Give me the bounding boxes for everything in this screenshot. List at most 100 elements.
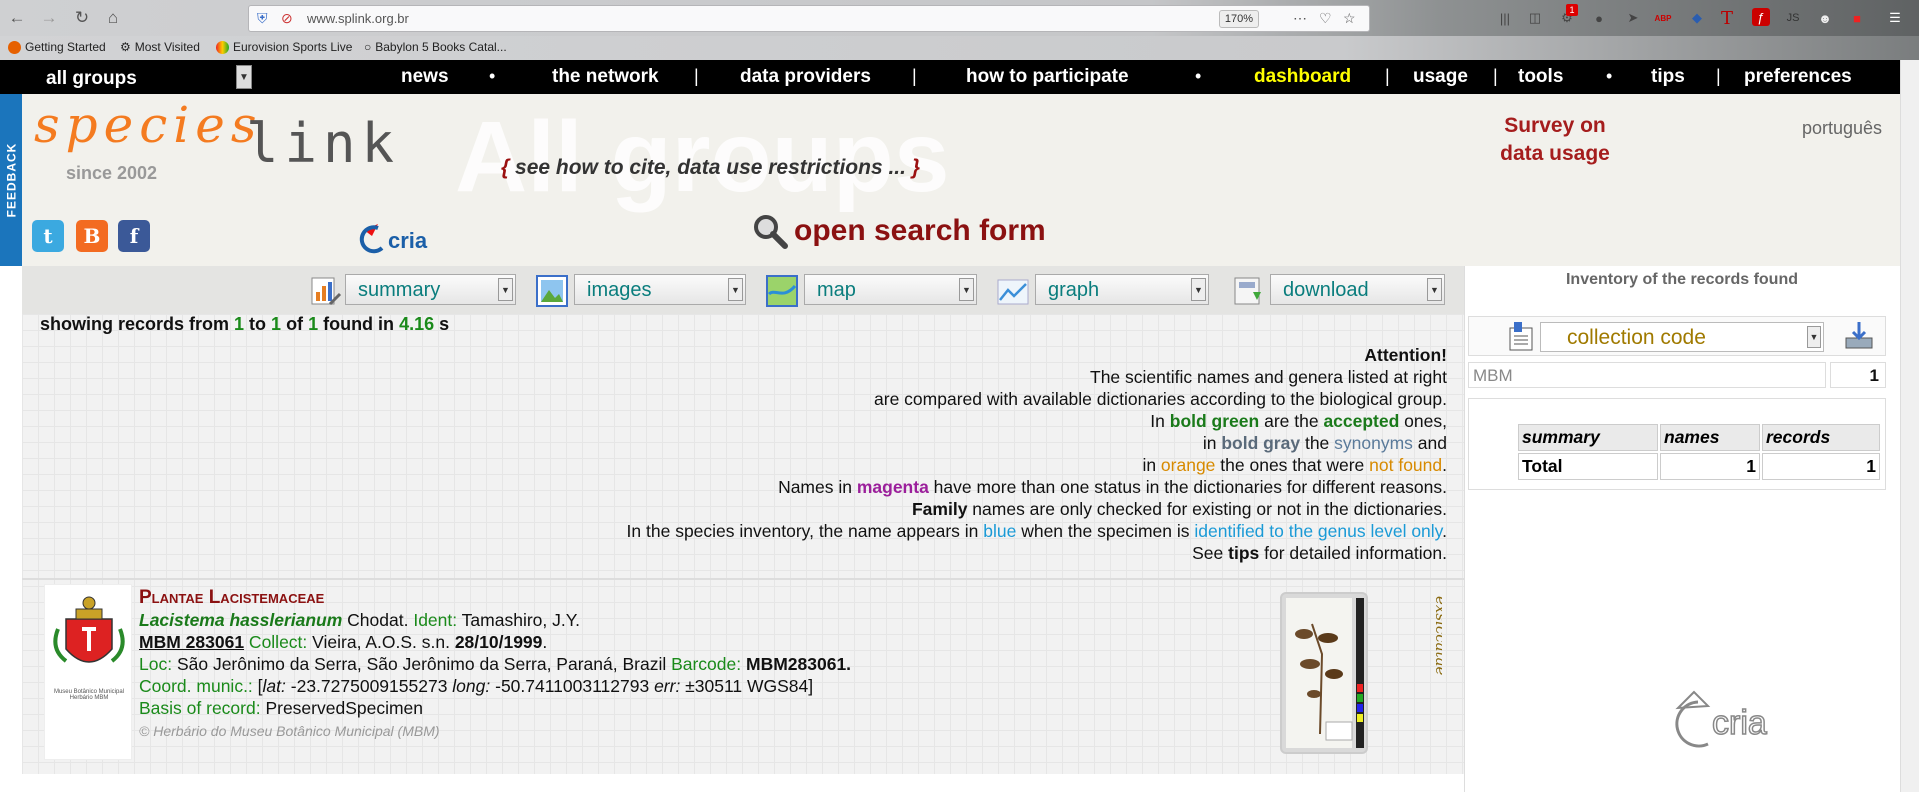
reload-button-icon[interactable]: ↻ [71, 7, 93, 29]
total-names: 1 [1660, 453, 1760, 480]
nav-news[interactable]: news [401, 66, 449, 88]
download-icon[interactable] [1231, 274, 1265, 308]
language-link[interactable]: português [1802, 118, 1882, 139]
images-icon[interactable] [535, 274, 569, 308]
adblock-icon[interactable]: ABP [1652, 8, 1674, 28]
shield-extension-icon[interactable]: ◆ [1686, 8, 1708, 28]
nav-dashboard[interactable]: dashboard [1254, 66, 1351, 88]
open-search-form-link[interactable]: open search form [752, 213, 1046, 249]
chevron-down-icon[interactable]: ▼ [959, 278, 974, 301]
survey-link[interactable]: Survey on data usage [1490, 112, 1620, 168]
cria-footer-arc [1675, 700, 1709, 748]
insecure-lock-icon[interactable]: ⊘ [281, 10, 293, 27]
facebook-icon[interactable]: f [118, 220, 150, 252]
record-family[interactable]: Plantae Lacistemaceae [139, 587, 324, 608]
nav-tips[interactable]: tips [1651, 66, 1685, 88]
nav-how-to-participate[interactable]: how to participate [966, 66, 1129, 88]
chevron-down-icon[interactable]: ▼ [1191, 278, 1206, 301]
specimen-image [1286, 598, 1364, 748]
collection-code-select[interactable]: collection code ▼ [1540, 322, 1824, 352]
record-species[interactable]: Lacistema hasslerianum [139, 610, 342, 630]
total-label: Total [1518, 453, 1658, 480]
url-bar[interactable]: ⛨ ⊘ www.splink.org.br 170% ⋯ ♡ ☆ [248, 5, 1370, 32]
nav-separator: | [1716, 66, 1721, 86]
cria-logo[interactable]: cria [358, 220, 438, 254]
chevron-down-icon[interactable]: ▼ [236, 65, 252, 89]
inventory-item-name[interactable]: MBM [1468, 362, 1826, 388]
since-label: since 2002 [66, 163, 158, 183]
monkey-extension-icon[interactable]: ● [1588, 8, 1610, 28]
nav-separator: • [1195, 66, 1202, 86]
record-divider [22, 578, 1464, 580]
genus-level-link[interactable]: identified to the genus level only [1194, 521, 1442, 541]
bookmarks-bar: Getting Started ⚙ Most Visited Eurovisio… [0, 36, 1919, 60]
map-select[interactable]: map ▼ [804, 274, 977, 305]
bookmark-getting-started[interactable]: Getting Started [8, 40, 106, 54]
herbarium-specimen-thumbnail[interactable] [1280, 592, 1368, 754]
tips-link[interactable]: tips [1228, 543, 1259, 563]
chevron-down-icon[interactable]: ▼ [1807, 326, 1821, 348]
results-count-line: showing records from 1 to 1 of 1 found i… [40, 314, 450, 334]
forward-button-icon[interactable]: → [38, 7, 60, 29]
js-extension-icon[interactable]: JS [1782, 8, 1804, 28]
bookmark-babylon5[interactable]: ○ Babylon 5 Books Catal... [364, 40, 507, 54]
sidebar-icon[interactable]: ◫ [1524, 8, 1546, 28]
back-button-icon[interactable]: ← [6, 7, 28, 29]
feedback-tab[interactable]: FEEDBACK [0, 94, 22, 266]
cria-footer-logo[interactable]: cria [1668, 686, 1812, 750]
inventory-list-icon[interactable] [1508, 320, 1536, 352]
home-button-icon[interactable]: ⌂ [102, 7, 124, 29]
images-select[interactable]: images ▼ [574, 274, 746, 305]
summary-select[interactable]: summary ▼ [345, 274, 516, 305]
nav-tools[interactable]: tools [1518, 66, 1563, 88]
page-actions-icon[interactable]: ⋯ [1293, 10, 1307, 27]
bookmark-star-icon[interactable]: ☆ [1343, 10, 1356, 27]
red-extension-icon[interactable]: ■ [1846, 8, 1868, 28]
nav-usage[interactable]: usage [1413, 66, 1468, 88]
library-icon[interactable]: ||| [1494, 8, 1516, 28]
zoom-level-badge[interactable]: 170% [1219, 10, 1259, 28]
graph-select[interactable]: graph ▼ [1035, 274, 1209, 305]
download-select[interactable]: download ▼ [1270, 274, 1445, 305]
blogger-icon[interactable]: B [76, 220, 108, 252]
total-records: 1 [1762, 453, 1880, 480]
summary-table: summary names records Total 1 1 [1516, 422, 1882, 482]
pocket-icon[interactable]: ♡ [1319, 10, 1332, 27]
shield-icon[interactable]: ⛨ [257, 10, 268, 27]
species-logo[interactable]: species [34, 96, 263, 154]
nav-separator: | [912, 66, 917, 86]
twitter-icon[interactable]: t [32, 220, 64, 252]
bookmark-eurovision[interactable]: Eurovision Sports Live [216, 40, 352, 54]
nav-the-network[interactable]: the network [552, 66, 659, 88]
inventory-download-icon[interactable] [1842, 320, 1878, 352]
globe-icon: ○ [364, 40, 372, 54]
record-catalog-number[interactable]: MBM 283061 [139, 632, 244, 652]
url-text[interactable]: www.splink.org.br [307, 11, 409, 26]
group-select[interactable]: all groups ▼ [8, 63, 252, 91]
coat-of-arms-caption: Museu Botânico Municipal Herbário MBM [53, 689, 125, 701]
record-details: Plantae Lacistemaceae Lacistema hassleri… [139, 587, 852, 739]
graph-icon[interactable] [996, 274, 1030, 308]
nav-separator: | [1385, 66, 1390, 86]
link-logo[interactable]: link [246, 112, 400, 175]
menu-icon[interactable]: ☰ [1884, 8, 1906, 28]
record-copyright: © Herbário do Museu Botânico Municipal (… [139, 723, 440, 739]
nav-data-providers[interactable]: data providers [740, 66, 871, 88]
flash-icon[interactable]: ƒ [1752, 8, 1770, 26]
cite-restrictions-link[interactable]: { see how to cite, data use restrictions… [501, 156, 920, 180]
page-scrollbar[interactable] [1900, 60, 1919, 792]
arrow-extension-icon[interactable]: ➤ [1622, 8, 1644, 28]
nav-preferences[interactable]: preferences [1744, 66, 1852, 88]
nav-separator: | [694, 66, 699, 86]
firefox-icon [8, 40, 21, 54]
herbarium-coat-of-arms[interactable]: Museu Botânico Municipal Herbário MBM [44, 584, 132, 760]
bookmark-most-visited[interactable]: ⚙ Most Visited [120, 40, 200, 54]
chevron-down-icon[interactable]: ▼ [728, 278, 743, 301]
exsiccatae-label[interactable]: exsiccatae [1420, 592, 1442, 682]
account-icon[interactable]: ☻ [1814, 8, 1836, 28]
chevron-down-icon[interactable]: ▼ [1427, 278, 1442, 301]
chevron-down-icon[interactable]: ▼ [498, 278, 513, 301]
summary-icon[interactable] [308, 274, 342, 308]
text-extension-icon[interactable]: T [1716, 8, 1738, 29]
map-icon[interactable] [765, 274, 799, 308]
